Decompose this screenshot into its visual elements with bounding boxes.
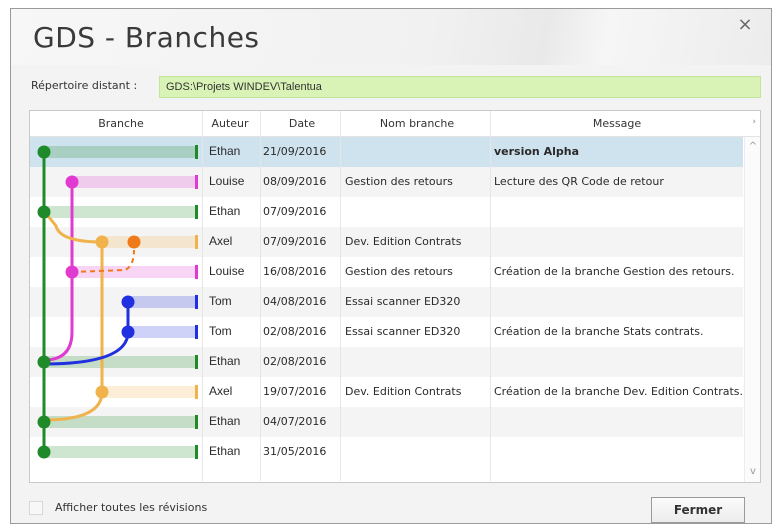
scanner-branch-line	[43, 302, 130, 366]
commit-dot	[37, 145, 51, 159]
date-cell: 08/09/2016	[263, 175, 327, 188]
author-cell: Ethan	[209, 354, 241, 368]
date-cell: 04/07/2016	[263, 415, 327, 428]
author-cell: Tom	[209, 294, 232, 308]
show-all-revisions-label: Afficher toutes les révisions	[55, 501, 208, 514]
message-cell: Création de la branche Dev. Edition Cont…	[494, 385, 744, 398]
scroll-right-icon[interactable]: ›	[752, 117, 756, 127]
message-cell: Lecture des QR Code de retour	[494, 175, 664, 188]
date-cell: 07/09/2016	[263, 205, 327, 218]
title-bar: GDS - Branches ×	[11, 9, 771, 65]
close-icon[interactable]: ×	[733, 13, 757, 37]
branch-row-marker	[195, 145, 198, 159]
author-cell: Axel	[209, 234, 233, 248]
branch-row-marker	[195, 235, 198, 249]
table-header: Branche Auteur Date Nom branche Message …	[30, 111, 760, 137]
branch-graph	[37, 145, 198, 459]
author-cell: Louise	[209, 264, 245, 278]
author-cell: Ethan	[209, 414, 241, 428]
commit-dot	[37, 445, 51, 459]
branch-row-marker	[195, 265, 198, 279]
branch-name-cell: Dev. Edition Contrats	[345, 385, 462, 398]
column-divider	[490, 111, 491, 481]
message-cell: Création de la branche Stats contrats.	[494, 325, 704, 338]
commit-dot	[121, 325, 135, 339]
author-cell: Ethan	[209, 444, 241, 458]
branch-row-bar	[44, 206, 198, 218]
author-cell: Tom	[209, 324, 232, 338]
author-cell: Ethan	[209, 204, 241, 218]
column-divider	[202, 111, 203, 481]
date-cell: 02/08/2016	[263, 325, 327, 338]
branch-row-bar	[102, 386, 198, 398]
date-cell: 21/09/2016	[263, 145, 327, 158]
scroll-up-icon[interactable]: ^	[745, 139, 761, 155]
commit-dot	[121, 295, 135, 309]
commit-dot	[65, 265, 79, 279]
column-divider	[340, 111, 341, 481]
branch-row-bar	[44, 146, 198, 158]
remote-repository-label: Répertoire distant :	[31, 79, 138, 92]
author-cell: Ethan	[209, 144, 241, 158]
window-title: GDS - Branches	[33, 21, 260, 54]
branch-row-marker	[195, 355, 198, 369]
date-cell: 02/08/2016	[263, 355, 327, 368]
column-header-nom-branche[interactable]: Nom branche	[342, 117, 492, 130]
branch-row-bar	[128, 296, 198, 308]
branch-row-bar	[44, 446, 198, 458]
date-cell: 07/09/2016	[263, 235, 327, 248]
branch-row-marker	[195, 295, 198, 309]
branch-row-marker	[195, 205, 198, 219]
commit-dot	[37, 205, 51, 219]
dialog-footer: Afficher toutes les révisions Fermer	[11, 495, 771, 523]
vertical-scrollbar[interactable]: ^ v	[744, 137, 760, 482]
date-cell: 19/07/2016	[263, 385, 327, 398]
column-header-branche[interactable]: Branche	[76, 117, 166, 130]
commit-dot	[65, 175, 79, 189]
author-cell: Louise	[209, 174, 245, 188]
column-divider	[260, 111, 261, 481]
author-cell: Axel	[209, 384, 233, 398]
branches-table[interactable]: Branche Auteur Date Nom branche Message …	[29, 110, 761, 483]
date-cell: 04/08/2016	[263, 295, 327, 308]
branch-name-cell: Gestion des retours	[345, 265, 453, 278]
branch-row-bar	[128, 326, 198, 338]
branch-row-marker	[195, 445, 198, 459]
branch-row-marker	[195, 325, 198, 339]
message-cell: version Alpha	[494, 145, 580, 158]
branch-row-bar	[72, 176, 198, 188]
commit-dot	[37, 355, 51, 369]
branch-name-cell: Gestion des retours	[345, 175, 453, 188]
column-header-date[interactable]: Date	[264, 117, 340, 130]
commit-dot	[95, 385, 109, 399]
branch-row-marker	[195, 175, 198, 189]
column-header-auteur[interactable]: Auteur	[200, 117, 260, 130]
message-cell: Création de la branche Gestion des retou…	[494, 265, 735, 278]
date-cell: 31/05/2016	[263, 445, 327, 458]
commit-dot	[95, 235, 109, 249]
branch-row-marker	[195, 385, 198, 399]
commit-dot	[37, 415, 51, 429]
remote-repository-row: Répertoire distant : GDS:\Projets WINDEV…	[25, 76, 761, 98]
branch-name-cell: Essai scanner ED320	[345, 325, 461, 338]
branches-dialog: GDS - Branches × Répertoire distant : GD…	[10, 8, 772, 524]
date-cell: 16/08/2016	[263, 265, 327, 278]
branch-name-cell: Essai scanner ED320	[345, 295, 461, 308]
branch-row-marker	[195, 415, 198, 429]
scroll-down-icon[interactable]: v	[745, 464, 761, 480]
branch-row-bar	[102, 236, 198, 248]
commit-dot	[127, 235, 141, 249]
show-all-revisions-checkbox[interactable]	[29, 501, 43, 515]
column-header-message[interactable]: Message	[492, 117, 742, 130]
close-button[interactable]: Fermer	[651, 497, 745, 523]
remote-repository-field[interactable]: GDS:\Projets WINDEV\Talentua	[159, 76, 761, 98]
branch-name-cell: Dev. Edition Contrats	[345, 235, 462, 248]
